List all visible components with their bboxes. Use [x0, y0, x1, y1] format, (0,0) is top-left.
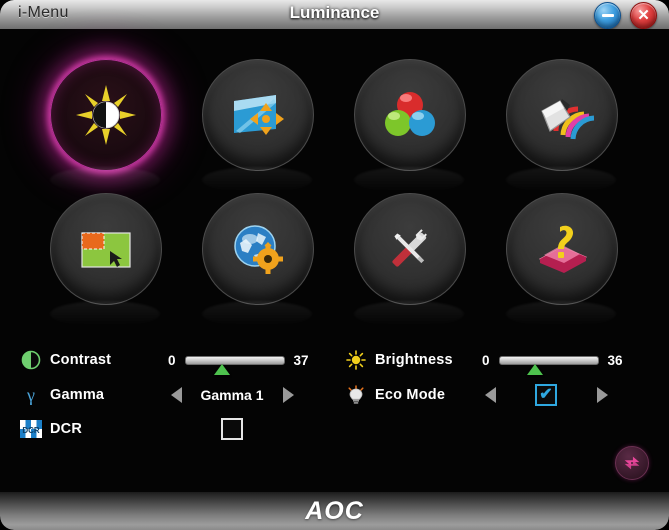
lightbulb-eco-icon: [345, 384, 367, 406]
wrench-screwdriver-icon: [392, 229, 427, 267]
dcr-row: DCR DCR: [20, 414, 82, 444]
menu-item-osd-setup[interactable]: [42, 185, 168, 327]
close-button[interactable]: ✕: [630, 2, 657, 29]
menu-item-language[interactable]: [194, 185, 320, 327]
brightness-row: Brightness: [345, 345, 453, 375]
arrow-right-icon: [596, 387, 608, 403]
sun-icon: [345, 349, 367, 371]
arrow-left-icon: [170, 387, 182, 403]
gamma-symbol-icon: γ: [20, 384, 42, 406]
contrast-slider[interactable]: 0 37: [168, 345, 309, 375]
minimize-dash-icon: [595, 3, 620, 28]
card-rainbow-icon: [541, 99, 594, 140]
book-question-icon: [538, 225, 588, 273]
brightness-min-value: 0: [482, 352, 490, 368]
main-body: Contrast 0 37 Brightness 0 36 γ Gamma Ga…: [0, 29, 669, 492]
dcr-control: [168, 414, 296, 444]
brightness-slider-thumb[interactable]: [526, 363, 543, 375]
brightness-label: Brightness: [375, 352, 453, 368]
screen-select-icon: [81, 232, 131, 268]
menu-item-color-setup[interactable]: [346, 51, 472, 193]
minimize-button[interactable]: [594, 2, 621, 29]
eco-mode-next-button[interactable]: [594, 386, 610, 404]
reset-button[interactable]: [615, 446, 649, 480]
dcr-checkbox[interactable]: [221, 418, 243, 440]
close-x-icon: ✕: [637, 7, 650, 24]
dcr-badge-icon: DCR: [20, 418, 42, 440]
menu-item-reset-help[interactable]: [498, 185, 624, 327]
gamma-row: γ Gamma: [20, 380, 104, 410]
contrast-slider-track[interactable]: [184, 355, 285, 375]
contrast-circle-icon: [20, 349, 42, 371]
eco-mode-prev-button[interactable]: [482, 386, 498, 404]
menu-icon-grid: [0, 29, 669, 329]
menu-item-luminance[interactable]: [42, 51, 168, 193]
menu-item-image-setup[interactable]: [194, 51, 320, 193]
window-buttons: ✕: [594, 2, 657, 29]
svg-text:γ: γ: [26, 385, 35, 405]
sun-contrast-icon: [76, 85, 136, 145]
title-bar: i-Menu Luminance ✕: [0, 0, 669, 30]
control-panel: Contrast 0 37 Brightness 0 36 γ Gamma Ga…: [0, 329, 669, 492]
reset-arrows-icon: [624, 456, 640, 470]
menu-item-disc: [506, 193, 618, 305]
menu-item-disc: [202, 59, 314, 171]
menu-item-disc: [202, 193, 314, 305]
menu-item-disc: [50, 193, 162, 305]
svg-text:DCR: DCR: [22, 426, 40, 435]
contrast-row: Contrast: [20, 345, 111, 375]
contrast-max-value: 37: [293, 352, 309, 368]
menu-item-disc: [506, 59, 618, 171]
dcr-checkbox-slot: [184, 418, 280, 440]
dcr-label: DCR: [50, 421, 83, 437]
check-icon: ✔: [539, 386, 553, 403]
contrast-slider-thumb[interactable]: [213, 363, 230, 375]
menu-item-disc: [354, 193, 466, 305]
rgb-spheres-icon: [385, 92, 435, 136]
gamma-spinner: Gamma 1: [168, 380, 296, 410]
menu-item-picture-boost[interactable]: [498, 51, 624, 193]
gamma-label: Gamma: [50, 387, 105, 403]
brightness-slider-track[interactable]: [498, 355, 599, 375]
app-window: i-Menu Luminance ✕ Contrast 0 37 Brightn…: [0, 0, 669, 530]
arrow-right-icon: [282, 387, 294, 403]
page-title: Luminance: [289, 3, 380, 22]
contrast-label: Contrast: [50, 352, 112, 368]
gamma-next-button[interactable]: [280, 386, 296, 404]
screen-arrows-icon: [234, 95, 284, 135]
globe-gear-icon: [234, 225, 283, 274]
gamma-prev-button[interactable]: [168, 386, 184, 404]
contrast-min-value: 0: [168, 352, 176, 368]
arrow-left-icon: [484, 387, 496, 403]
menu-item-extra[interactable]: [346, 185, 472, 327]
brightness-max-value: 36: [607, 352, 623, 368]
eco-mode-checkbox[interactable]: ✔: [535, 384, 557, 406]
menu-item-disc: [50, 59, 162, 171]
eco-mode-label: Eco Mode: [375, 387, 446, 403]
eco-mode-row: Eco Mode: [345, 380, 445, 410]
menu-item-disc: [354, 59, 466, 171]
aoc-logo: AOC: [305, 496, 364, 525]
brightness-slider[interactable]: 0 36: [482, 345, 623, 375]
gamma-value: Gamma 1: [200, 387, 264, 403]
footer-logo-bar: AOC: [0, 492, 669, 530]
eco-mode-spinner: ✔: [482, 380, 610, 410]
eco-mode-checkbox-slot: ✔: [498, 384, 594, 406]
